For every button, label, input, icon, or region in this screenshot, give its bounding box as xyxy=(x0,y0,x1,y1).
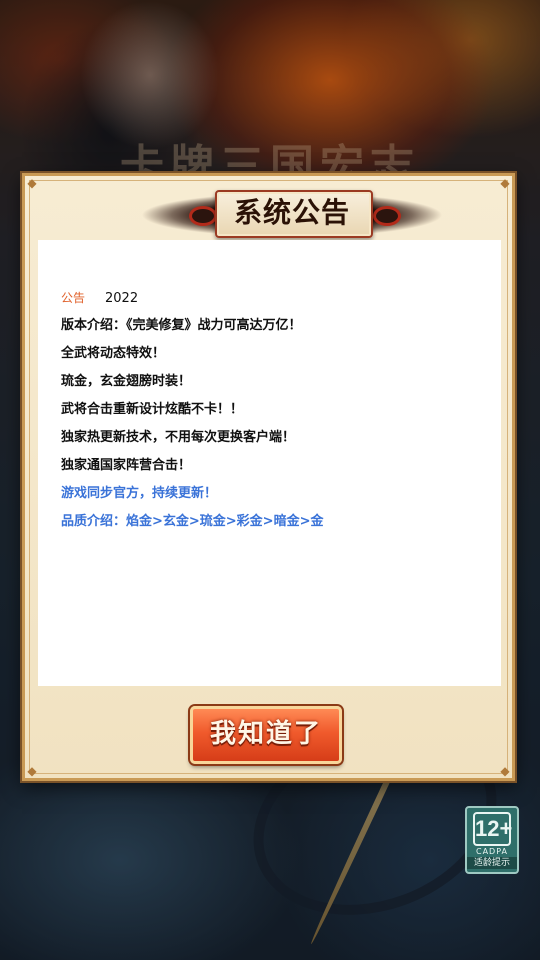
announcement-highlight-line: 品质介绍：焰金>玄金>琉金>彩金>暗金>金 xyxy=(61,514,324,529)
announcement-line: 版本介绍：《完美修复》战力可高达万亿！ xyxy=(61,318,302,333)
announcement-content[interactable]: 公告 2022 版本介绍：《完美修复》战力可高达万亿！ 全武将动态特效！ 琉金，玄… xyxy=(38,240,501,686)
announcement-line: 武将合击重新设计炫酷不卡！！ xyxy=(61,402,244,417)
age-rating-badge[interactable]: 12+ CADPA 适龄提示 xyxy=(465,806,519,874)
confirm-button[interactable]: 我知道了 xyxy=(190,706,342,764)
cloud-swirl-icon xyxy=(189,206,217,226)
corner-ornament-icon: ◆ xyxy=(27,764,37,778)
corner-ornament-icon: ◆ xyxy=(500,176,510,190)
age-rating-org: CADPA xyxy=(475,847,508,856)
age-rating-hint: 适龄提示 xyxy=(467,857,517,869)
dialog-title-banner: 系统公告 xyxy=(137,186,447,240)
notice-header: 公告 2022 xyxy=(61,284,501,312)
announcement-highlight-line: 游戏同步官方，持续更新！ xyxy=(61,486,218,501)
notice-year: 2022 xyxy=(105,291,139,306)
dialog-title: 系统公告 xyxy=(233,196,350,229)
announcement-line: 全武将动态特效！ xyxy=(61,346,166,361)
announcement-line: 琉金，玄金翅膀时装！ xyxy=(61,374,192,389)
notice-tag: 公告 xyxy=(61,291,86,305)
corner-ornament-icon: ◆ xyxy=(27,176,37,190)
announcement-line: 独家通国家阵营合击！ xyxy=(61,458,192,473)
cloud-swirl-icon xyxy=(373,206,401,226)
age-rating-number: 12+ xyxy=(473,812,512,846)
announcement-line: 独家热更新技术，不用每次更换客户端！ xyxy=(61,430,296,445)
system-announcement-dialog: ◆ ◆ ◆ ◆ 系统公告 公告 2022 版本介绍：《完美修复》战力可高达万亿！ … xyxy=(22,173,515,781)
corner-ornament-icon: ◆ xyxy=(500,764,510,778)
